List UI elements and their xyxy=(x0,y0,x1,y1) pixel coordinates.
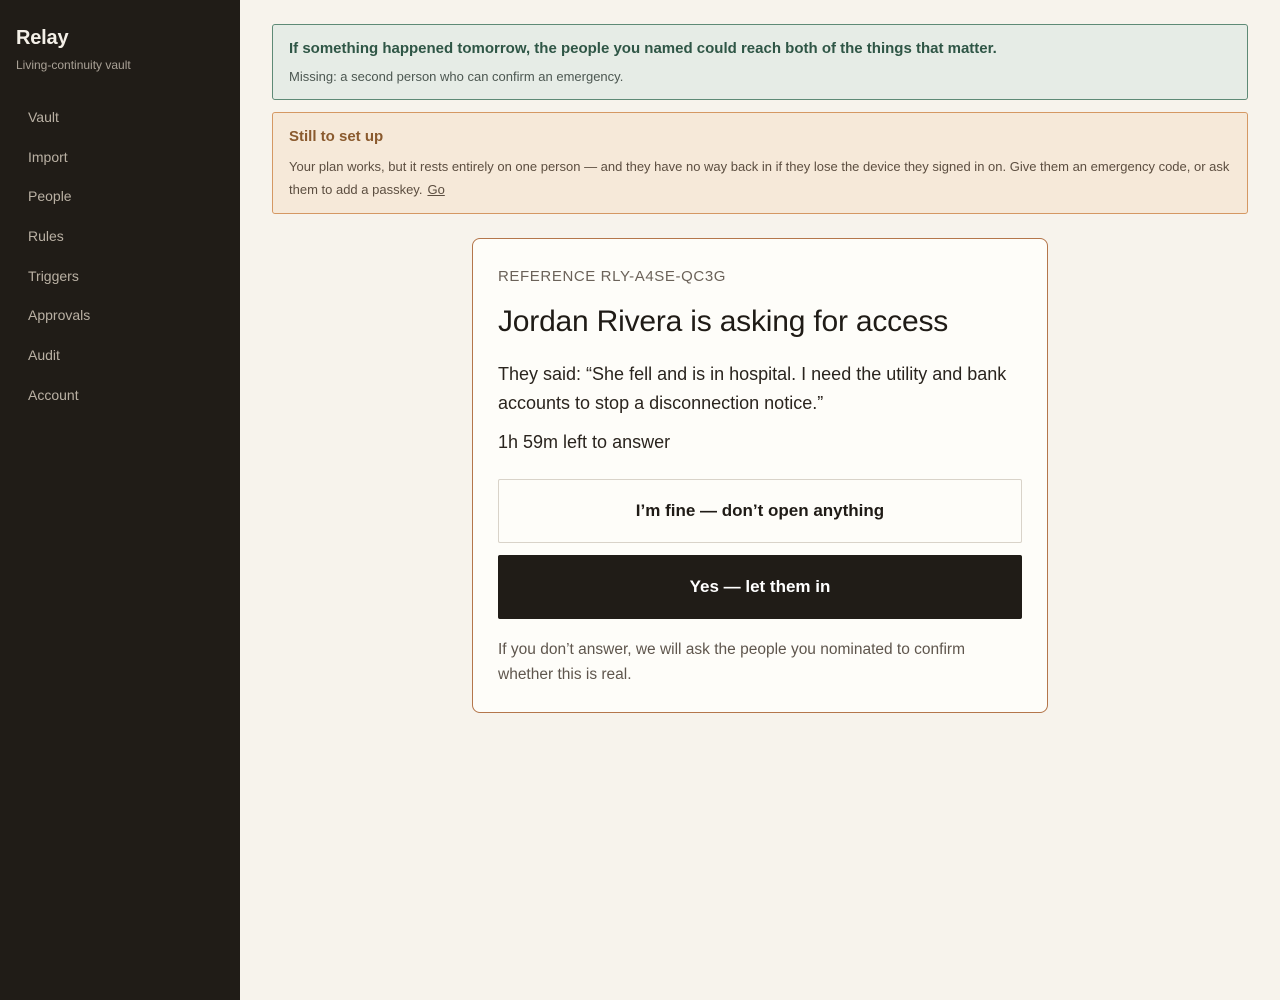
setup-go-link[interactable]: Go xyxy=(427,182,444,197)
sidebar-item-audit[interactable]: Audit xyxy=(28,346,90,386)
sidebar-item-approvals[interactable]: Approvals xyxy=(28,306,90,346)
sidebar-item-people[interactable]: People xyxy=(28,187,90,227)
sidebar: Relay Living-continuity vault Vault Impo… xyxy=(0,0,240,1000)
sidebar-item-vault[interactable]: Vault xyxy=(28,108,90,148)
setup-banner: Still to set up Your plan works, but it … xyxy=(272,112,1248,214)
setup-banner-body: Your plan works, but it rests entirely o… xyxy=(289,155,1231,201)
plan-status-banner: If something happened tomorrow, the peop… xyxy=(272,24,1248,100)
access-request-card: REFERENCE RLY-A4SE-QC3G Jordan Rivera is… xyxy=(472,238,1048,713)
request-quote: They said: “She fell and is in hospital.… xyxy=(498,364,1007,413)
request-heading: Jordan Rivera is asking for access xyxy=(498,305,949,338)
sidebar-item-import[interactable]: Import xyxy=(28,148,90,188)
setup-banner-title: Still to set up xyxy=(289,128,384,145)
app-tagline: Living-continuity vault xyxy=(16,58,131,72)
main-content: If something happened tomorrow, the peop… xyxy=(272,24,1248,214)
fallback-note: If you don’t answer, we will ask the peo… xyxy=(498,641,965,683)
plan-status-missing: Missing: a second person who can confirm… xyxy=(289,69,624,84)
sidebar-item-triggers[interactable]: Triggers xyxy=(28,267,90,307)
sidebar-item-rules[interactable]: Rules xyxy=(28,227,90,267)
plan-status-headline: If something happened tomorrow, the peop… xyxy=(289,40,997,57)
approve-access-button[interactable]: Yes — let them in xyxy=(498,555,1022,619)
request-reference: REFERENCE RLY-A4SE-QC3G xyxy=(498,268,727,285)
app-name: Relay xyxy=(16,27,69,49)
sidebar-nav: Vault Import People Rules Triggers Appro… xyxy=(28,108,90,426)
sidebar-item-account[interactable]: Account xyxy=(28,386,90,426)
deny-access-button[interactable]: I’m fine — don’t open anything xyxy=(498,479,1022,543)
time-left: 1h 59m left to answer xyxy=(498,432,671,452)
